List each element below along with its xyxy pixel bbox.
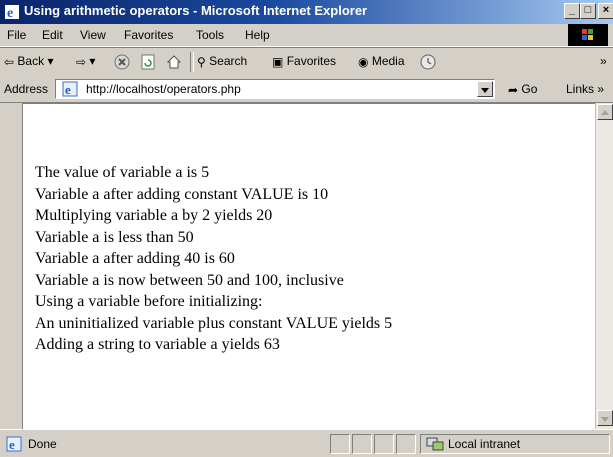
status-text: Done: [28, 437, 57, 451]
menu-view[interactable]: View: [80, 28, 106, 42]
media-label: Media: [371, 54, 405, 68]
menu-favorites[interactable]: Favorites: [124, 28, 173, 42]
status-pane: [330, 434, 350, 454]
close-button[interactable]: ×: [598, 3, 613, 19]
output-line: Multiplying variable a by 2 yields 20: [35, 207, 273, 224]
output-line: Using a variable before initializing:: [35, 293, 263, 310]
address-dropdown-icon[interactable]: [477, 81, 493, 97]
page-content: The value of variable a is 5 Variable a …: [22, 103, 613, 429]
history-button[interactable]: [420, 54, 436, 70]
menu-file[interactable]: File: [7, 28, 26, 42]
ie-logo-icon: e: [4, 4, 20, 21]
maximize-button[interactable]: □: [580, 3, 596, 19]
output-line: Variable a is now between 50 and 100, in…: [35, 271, 344, 289]
menu-bar: File Edit View Favorites Tools Help: [0, 24, 613, 47]
home-icon: [166, 55, 182, 69]
page-done-icon: e: [6, 436, 22, 452]
svg-text:e: e: [9, 437, 15, 452]
go-arrow-icon: ➦: [508, 82, 519, 97]
title-bar[interactable]: e Using arithmetic operators - Microsoft…: [0, 0, 613, 24]
status-pane: [352, 434, 372, 454]
minimize-button[interactable]: _: [564, 3, 580, 19]
back-label: Back: [17, 54, 45, 68]
output-line: The value of variable a is 5: [35, 164, 210, 181]
status-pane: [374, 434, 394, 454]
security-zone: Local intranet: [448, 437, 521, 451]
output-line: Variable a after adding constant VALUE i…: [35, 185, 329, 203]
stop-button[interactable]: [114, 54, 130, 70]
address-bar: Address e http://localhost/operators.php…: [0, 76, 613, 103]
forward-dropdown-icon[interactable]: ▾: [89, 54, 95, 68]
media-icon: ◉: [358, 54, 369, 69]
favorites-button[interactable]: ▣ Favorites: [272, 54, 336, 69]
search-icon: ⚲: [197, 54, 206, 69]
address-input[interactable]: e http://localhost/operators.php: [55, 79, 495, 99]
windows-flag-icon: [568, 24, 608, 46]
page-icon: e: [62, 81, 78, 97]
forward-button[interactable]: ⇨ ▾: [76, 54, 95, 69]
address-url: http://localhost/operators.php: [86, 82, 241, 96]
output-line: Adding a string to variable a yields 63: [35, 336, 280, 353]
links-button[interactable]: Links »: [566, 82, 604, 96]
stop-icon: [114, 54, 130, 70]
output-text: The value of variable a is 5 Variable a …: [35, 162, 392, 356]
vertical-scrollbar[interactable]: [595, 103, 613, 429]
media-button[interactable]: ◉ Media: [358, 54, 405, 69]
go-label: Go: [521, 82, 538, 96]
back-arrow-icon: ⇦: [4, 54, 15, 69]
forward-arrow-icon: ⇨: [76, 54, 87, 69]
address-label: Address: [4, 82, 49, 96]
window-title: Using arithmetic operators - Microsoft I…: [24, 3, 368, 18]
search-label: Search: [209, 54, 248, 68]
history-icon: [420, 54, 436, 70]
local-intranet-icon: [426, 437, 444, 451]
menu-tools[interactable]: Tools: [196, 28, 224, 42]
back-button[interactable]: ⇦ Back ▾: [4, 54, 53, 69]
output-line: Variable a is less than 50: [35, 228, 194, 246]
output-line: An uninitialized variable plus constant …: [35, 314, 393, 332]
status-bar: e Done Local intranet: [0, 429, 613, 457]
toolbar-separator: [190, 52, 194, 72]
svg-text:e: e: [65, 82, 71, 97]
output-line: Variable a after adding 40 is 60: [35, 250, 235, 267]
toolbar-chevron[interactable]: »: [600, 54, 607, 68]
favorites-icon: ▣: [272, 54, 284, 69]
refresh-icon: [141, 54, 155, 70]
scroll-down-icon[interactable]: [597, 410, 613, 426]
browser-window: e Using arithmetic operators - Microsoft…: [0, 0, 613, 457]
home-button[interactable]: [166, 54, 182, 70]
standard-toolbar: ⇦ Back ▾ ⇨ ▾ ⚲ Search ▣ Favorites ◉ Medi…: [0, 47, 613, 77]
menu-help[interactable]: Help: [245, 28, 270, 42]
search-button[interactable]: ⚲ Search: [197, 54, 247, 69]
scroll-up-icon[interactable]: [597, 104, 613, 120]
go-button[interactable]: ➦ Go: [508, 82, 537, 97]
refresh-button[interactable]: [140, 54, 156, 70]
svg-text:e: e: [7, 6, 13, 20]
favorites-label: Favorites: [286, 54, 337, 68]
menu-edit[interactable]: Edit: [42, 28, 63, 42]
status-pane: [396, 434, 416, 454]
back-dropdown-icon[interactable]: ▾: [47, 54, 53, 68]
